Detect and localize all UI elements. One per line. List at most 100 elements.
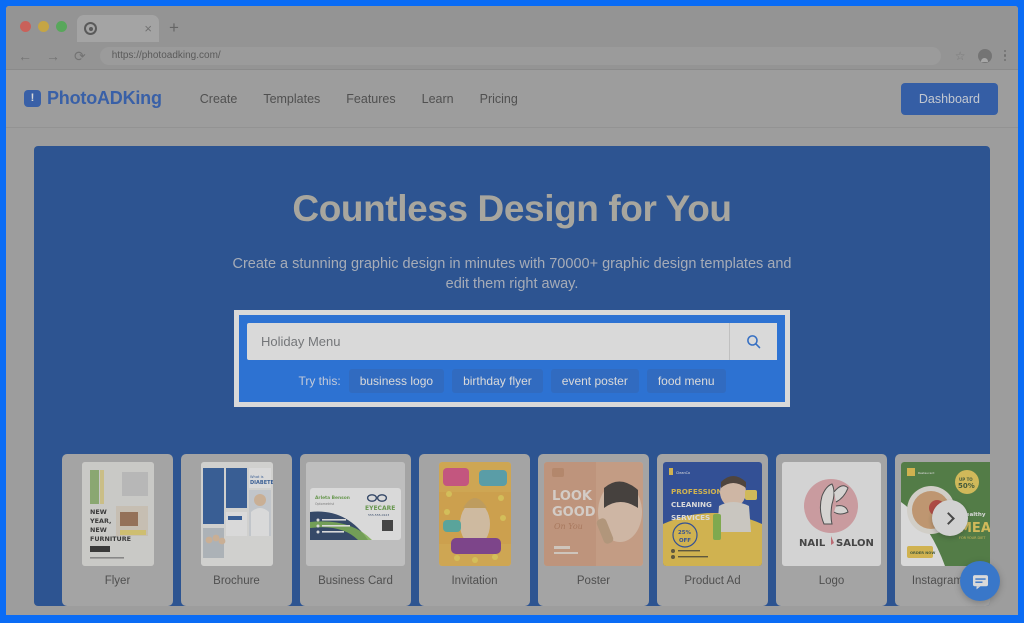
magnifier-icon (747, 335, 761, 349)
poster-thumb-art: LOOK GOOD On You (544, 462, 643, 566)
suggestion-chip-food-menu[interactable]: food menu (646, 369, 726, 393)
svg-text:GOOD: GOOD (552, 505, 596, 520)
site-logo[interactable]: ! PhotoADKing (24, 88, 162, 109)
svg-text:NEW: NEW (90, 508, 107, 516)
web-page: ! PhotoADKing Create Templates Features … (6, 70, 1018, 615)
category-card-poster[interactable]: LOOK GOOD On You Poster (538, 454, 649, 606)
search-button[interactable] (729, 323, 777, 360)
product-ad-thumbnail: CleanCo PROFESSIONAL CLEANING SERVICES 2… (663, 462, 762, 566)
svg-text:YEAR,: YEAR, (89, 517, 111, 525)
category-card-business-card[interactable]: Arleta Benson Optometrist EYECARE 555-55… (300, 454, 411, 606)
forward-button[interactable]: → (46, 49, 60, 63)
maximize-window-button[interactable] (56, 21, 67, 32)
address-bar[interactable]: https://photoadking.com/ (99, 46, 941, 65)
back-button[interactable]: ← (18, 49, 32, 63)
category-carousel[interactable]: NEW YEAR, NEW FURNITURE Flyer What is DI… (34, 454, 990, 606)
svg-text:555-555-0123: 555-555-0123 (368, 513, 389, 517)
nav-item-learn[interactable]: Learn (422, 92, 454, 106)
toolbar-actions: ☆ (955, 48, 1006, 63)
tab-close-icon[interactable]: × (144, 22, 152, 35)
product-ad-thumb-art: CleanCo PROFESSIONAL CLEANING SERVICES 2… (663, 462, 762, 566)
svg-text:Restaurant: Restaurant (918, 471, 935, 475)
annotation-frame: × + ← → ⟳ https://photoadking.com/ ☆ ! P… (0, 0, 1024, 623)
category-card-product-ad[interactable]: CleanCo PROFESSIONAL CLEANING SERVICES 2… (657, 454, 768, 606)
svg-text:CleanCo: CleanCo (676, 471, 690, 475)
svg-text:SERVICES: SERVICES (671, 513, 710, 522)
search-bar[interactable] (247, 323, 777, 360)
nav-item-templates[interactable]: Templates (263, 92, 320, 106)
try-this-label: Try this: (298, 374, 341, 388)
suggestion-chip-business-logo[interactable]: business logo (348, 369, 445, 393)
svg-text:FURNITURE: FURNITURE (90, 535, 131, 543)
svg-text:50%: 50% (958, 482, 975, 490)
category-card-invitation[interactable]: Invitation (419, 454, 530, 606)
dashboard-button[interactable]: Dashboard (900, 82, 998, 115)
category-label: Flyer (104, 575, 131, 587)
svg-text:OFF: OFF (679, 538, 691, 544)
nav-item-create[interactable]: Create (200, 92, 238, 106)
flyer-thumbnail: NEW YEAR, NEW FURNITURE (81, 462, 154, 566)
category-card-flyer[interactable]: NEW YEAR, NEW FURNITURE Flyer (62, 454, 173, 606)
category-label: Business Card (318, 575, 393, 587)
browser-window: × + ← → ⟳ https://photoadking.com/ ☆ ! P… (6, 6, 1018, 615)
browser-toolbar: ← → ⟳ https://photoadking.com/ ☆ (6, 42, 1018, 70)
window-controls[interactable] (6, 21, 77, 42)
suggestion-row: Try this: business logo birthday flyer e… (247, 360, 777, 402)
svg-text:NEW: NEW (90, 526, 107, 534)
business-card-thumb-art: Arleta Benson Optometrist EYECARE 555-55… (306, 462, 405, 566)
category-label: Brochure (213, 575, 260, 587)
minimize-window-button[interactable] (38, 21, 49, 32)
logo-mark-icon: ! (24, 90, 41, 107)
chevron-right-icon (942, 511, 955, 525)
hero-section: Countless Design for You Create a stunni… (34, 146, 990, 606)
search-input[interactable] (247, 334, 729, 349)
svg-text:Arleta Benson: Arleta Benson (315, 495, 350, 501)
invitation-thumbnail (438, 462, 511, 566)
page-title: Countless Design for You (292, 188, 732, 229)
svg-text:ORDER NOW: ORDER NOW (910, 551, 935, 555)
svg-text:25%: 25% (678, 530, 692, 536)
svg-text:EYECARE: EYECARE (365, 505, 395, 512)
browser-tab-strip: × + (6, 6, 1018, 42)
suggestion-chip-birthday-flyer[interactable]: birthday flyer (452, 369, 543, 393)
svg-text:What is: What is (250, 475, 264, 479)
browser-menu-icon[interactable] (1003, 49, 1006, 62)
svg-text:LOOK: LOOK (552, 489, 593, 504)
close-window-button[interactable] (20, 21, 31, 32)
site-header: ! PhotoADKing Create Templates Features … (6, 70, 1018, 128)
reload-button[interactable]: ⟳ (74, 49, 86, 63)
category-label: Logo (818, 575, 845, 587)
svg-text:SALON: SALON (836, 538, 874, 549)
svg-text:FOR YOUR DIET: FOR YOUR DIET (959, 536, 986, 540)
category-label: Product Ad (684, 575, 741, 587)
main-navigation: Create Templates Features Learn Pricing (200, 92, 518, 106)
profile-avatar-icon[interactable] (977, 48, 992, 63)
hero-subtitle: Create a stunning graphic design in minu… (232, 256, 792, 292)
logo-thumb-art: NAIL SALON (782, 462, 881, 566)
logo-thumbnail: NAIL SALON (782, 462, 881, 566)
category-card-logo[interactable]: NAIL SALON Logo (776, 454, 887, 606)
chat-support-button[interactable] (960, 561, 1000, 601)
svg-text:On You: On You (554, 522, 583, 531)
suggestion-chip-event-poster[interactable]: event poster (550, 369, 639, 393)
hero-wrapper: Countless Design for You Create a stunni… (6, 128, 1018, 606)
logo-text: PhotoADKing (47, 88, 162, 108)
category-card-brochure[interactable]: What is DIABETES ? (181, 454, 292, 606)
new-tab-button[interactable]: + (169, 19, 179, 36)
brochure-thumb-art: What is DIABETES ? (200, 462, 273, 566)
poster-thumbnail: LOOK GOOD On You (544, 462, 643, 566)
url-text: https://photoadking.com/ (111, 50, 221, 61)
carousel-next-button[interactable] (932, 500, 968, 536)
browser-tab[interactable]: × (77, 15, 159, 42)
svg-text:Optometrist: Optometrist (315, 502, 335, 506)
business-card-thumbnail: Arleta Benson Optometrist EYECARE 555-55… (306, 462, 405, 566)
search-highlight-box: Try this: business logo birthday flyer e… (234, 310, 790, 407)
bookmark-star-icon[interactable]: ☆ (955, 49, 966, 63)
svg-text:CLEANING: CLEANING (671, 500, 712, 509)
svg-text:DIABETES ?: DIABETES ? (250, 480, 273, 486)
nav-item-pricing[interactable]: Pricing (480, 92, 518, 106)
tab-favicon-icon (84, 22, 97, 35)
nav-item-features[interactable]: Features (346, 92, 395, 106)
brochure-thumbnail: What is DIABETES ? (200, 462, 273, 566)
chat-bubble-icon (972, 574, 988, 589)
